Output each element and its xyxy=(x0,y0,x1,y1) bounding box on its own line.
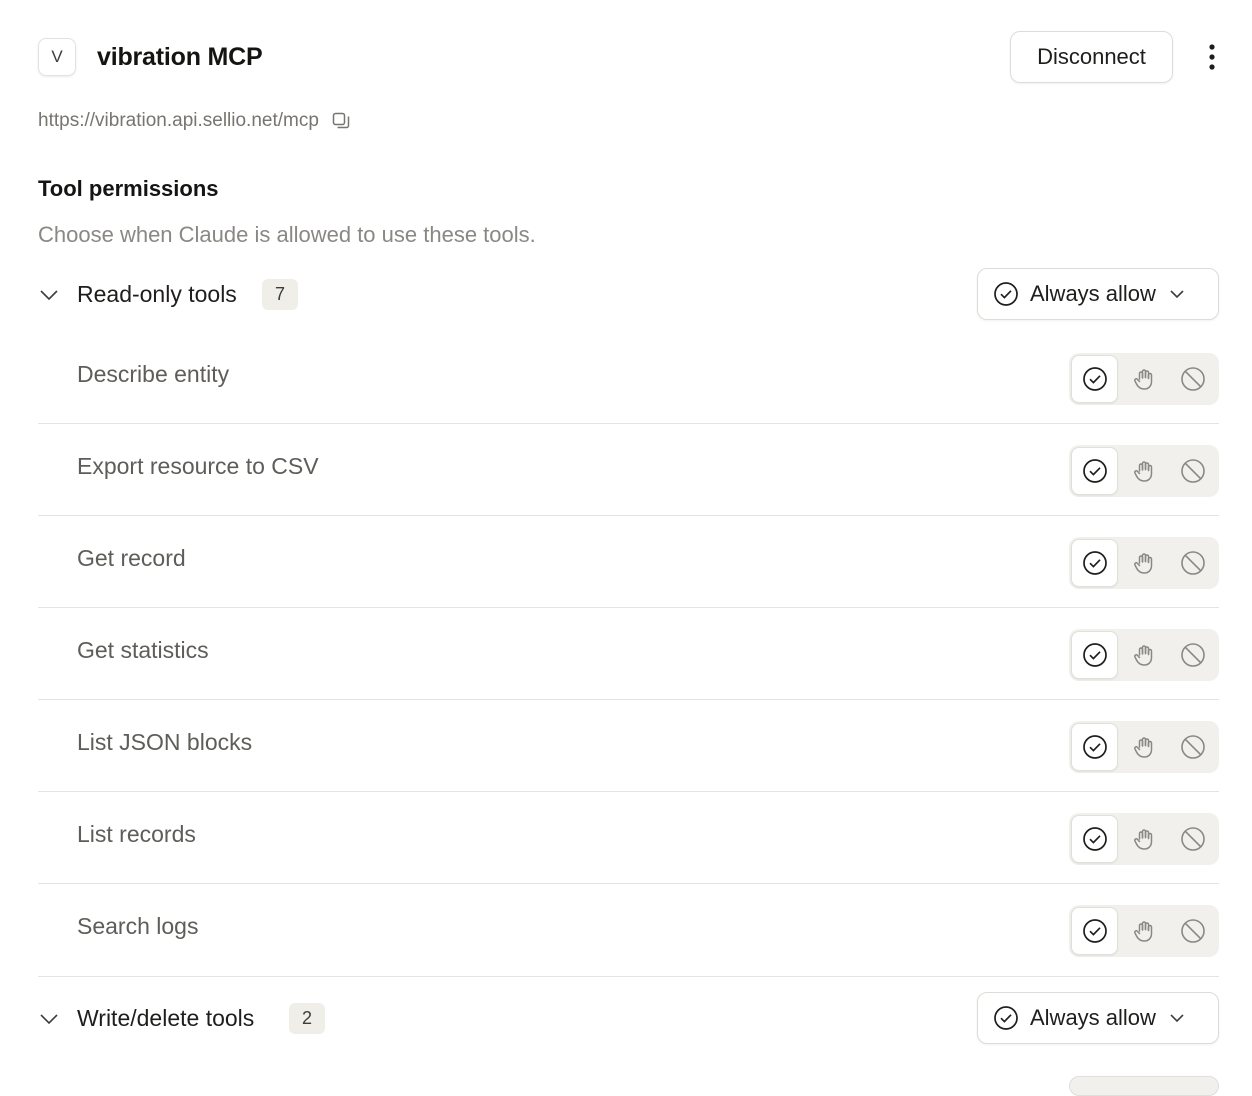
tool-permission-segment xyxy=(1069,353,1219,405)
tool-permission-segment xyxy=(1069,813,1219,865)
check-circle-icon xyxy=(993,281,1019,307)
block-button[interactable] xyxy=(1169,723,1216,771)
chevron-down-icon[interactable] xyxy=(38,285,60,305)
block-icon xyxy=(1180,550,1206,576)
block-button[interactable] xyxy=(1169,907,1216,955)
tool-name: Search logs xyxy=(77,913,199,939)
tool-permissions-title: Tool permissions xyxy=(38,176,219,201)
check-circle-icon xyxy=(1082,458,1108,484)
tool-row: Get statistics xyxy=(38,608,1219,700)
group-write-delete: Write/delete tools 2 Always allow xyxy=(38,992,1219,1046)
allow-button[interactable] xyxy=(1071,631,1118,679)
group-count-badge: 2 xyxy=(289,1003,325,1034)
block-button[interactable] xyxy=(1169,631,1216,679)
allow-button[interactable] xyxy=(1071,815,1118,863)
policy-label: Always allow xyxy=(1030,1005,1156,1030)
check-circle-icon xyxy=(1082,366,1108,392)
ask-button[interactable] xyxy=(1120,815,1167,863)
hand-icon xyxy=(1131,826,1157,852)
check-circle-icon xyxy=(1082,826,1108,852)
ask-button[interactable] xyxy=(1120,447,1167,495)
server-url: https://vibration.api.sellio.net/mcp xyxy=(38,110,319,131)
check-circle-icon xyxy=(1082,734,1108,760)
tool-permission-segment xyxy=(1069,537,1219,589)
allow-button[interactable] xyxy=(1071,447,1118,495)
tool-permission-segment xyxy=(1069,445,1219,497)
check-circle-icon xyxy=(1082,918,1108,944)
group-policy-dropdown[interactable]: Always allow xyxy=(977,268,1219,320)
hand-icon xyxy=(1131,642,1157,668)
group-read-only: Read-only tools 7 Always allow xyxy=(38,268,1219,322)
tool-permission-segment xyxy=(1069,905,1219,957)
disconnect-button[interactable]: Disconnect xyxy=(1010,31,1173,83)
tool-row: Describe entity xyxy=(38,332,1219,424)
check-circle-icon xyxy=(1082,642,1108,668)
ask-button[interactable] xyxy=(1120,631,1167,679)
tool-permissions-subtitle: Choose when Claude is allowed to use the… xyxy=(38,222,536,247)
tool-name: Export resource to CSV xyxy=(77,453,319,479)
tool-name: Get record xyxy=(77,545,186,571)
hand-icon xyxy=(1131,458,1157,484)
tool-row: Get record xyxy=(38,516,1219,608)
tool-row: Search logs xyxy=(38,884,1219,977)
more-options-icon[interactable] xyxy=(1197,41,1227,73)
server-title: vibration MCP xyxy=(97,43,263,71)
block-icon xyxy=(1180,366,1206,392)
block-button[interactable] xyxy=(1169,815,1216,863)
block-icon xyxy=(1180,826,1206,852)
block-button[interactable] xyxy=(1169,355,1216,403)
hand-icon xyxy=(1131,366,1157,392)
hand-icon xyxy=(1131,918,1157,944)
hand-icon xyxy=(1131,550,1157,576)
tool-row: Export resource to CSV xyxy=(38,424,1219,516)
group-count-badge: 7 xyxy=(262,279,298,310)
block-icon xyxy=(1180,642,1206,668)
check-circle-icon xyxy=(993,1005,1019,1031)
tool-row: List records xyxy=(38,792,1219,884)
block-icon xyxy=(1180,458,1206,484)
tool-name: Get statistics xyxy=(77,637,209,663)
group-policy-dropdown[interactable]: Always allow xyxy=(977,992,1219,1044)
policy-label: Always allow xyxy=(1030,281,1156,306)
tool-name: List records xyxy=(77,821,196,847)
allow-button[interactable] xyxy=(1071,539,1118,587)
group-label[interactable]: Write/delete tools xyxy=(77,1005,254,1032)
block-button[interactable] xyxy=(1169,447,1216,495)
tool-row: List JSON blocks xyxy=(38,700,1219,792)
group-label[interactable]: Read-only tools xyxy=(77,281,237,308)
server-header: V vibration MCP Disconnect xyxy=(38,31,1219,83)
allow-button[interactable] xyxy=(1071,907,1118,955)
ask-button[interactable] xyxy=(1120,355,1167,403)
chevron-down-icon xyxy=(1168,285,1186,303)
ask-button[interactable] xyxy=(1120,539,1167,587)
ask-button[interactable] xyxy=(1120,723,1167,771)
block-button[interactable] xyxy=(1169,539,1216,587)
tool-permission-segment-partial xyxy=(1069,1076,1219,1096)
server-url-row: https://vibration.api.sellio.net/mcp xyxy=(38,106,351,136)
ask-button[interactable] xyxy=(1120,907,1167,955)
tool-permission-segment xyxy=(1069,721,1219,773)
chevron-down-icon xyxy=(1168,1009,1186,1027)
allow-button[interactable] xyxy=(1071,355,1118,403)
server-avatar: V xyxy=(38,38,76,76)
tool-permission-segment xyxy=(1069,629,1219,681)
chevron-down-icon[interactable] xyxy=(38,1009,60,1029)
check-circle-icon xyxy=(1082,550,1108,576)
tool-name: List JSON blocks xyxy=(77,729,253,755)
copy-icon[interactable] xyxy=(331,111,351,131)
block-icon xyxy=(1180,734,1206,760)
allow-button[interactable] xyxy=(1071,723,1118,771)
block-icon xyxy=(1180,918,1206,944)
hand-icon xyxy=(1131,734,1157,760)
tool-name: Describe entity xyxy=(77,361,230,387)
